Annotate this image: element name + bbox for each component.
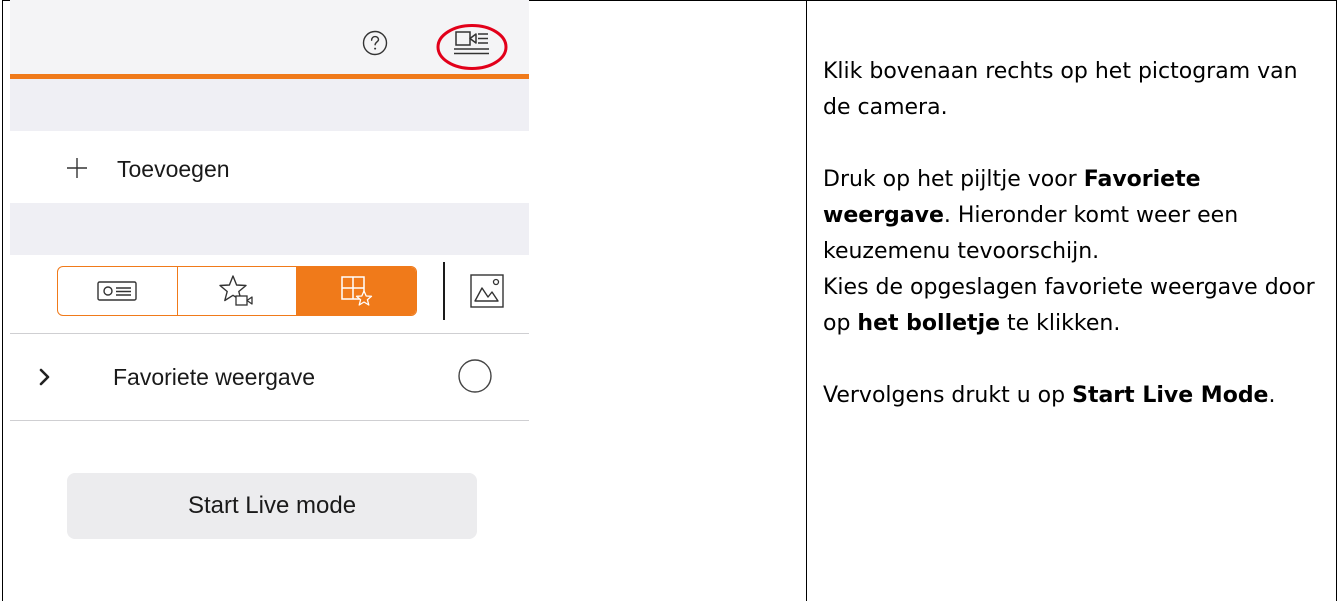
add-row[interactable]: Toevoegen <box>10 131 529 203</box>
row-separator <box>10 420 529 421</box>
frame-left-line <box>2 0 3 601</box>
section-spacer <box>10 203 529 255</box>
instruction-step-2: Druk op het pijltje voor Favoriete weerg… <box>823 162 1323 342</box>
plus-icon <box>67 158 87 178</box>
instruction-step-3: Vervolgens drukt u op Start Live Mode. <box>823 378 1323 414</box>
instruction-text: te klikken. <box>1000 311 1121 336</box>
image-icon[interactable] <box>469 273 505 309</box>
segment-device[interactable] <box>58 267 177 315</box>
segment-grid-favorites[interactable] <box>296 267 416 315</box>
device-icon <box>97 281 138 301</box>
app-screenshot: Toevoegen Favoriete weergave Start Live … <box>10 0 529 601</box>
view-segmented-control <box>57 266 417 316</box>
favorite-view-label: Favoriete weergave <box>113 364 315 390</box>
grid-star-icon <box>340 276 372 306</box>
star-camera-icon <box>219 275 253 306</box>
instruction-bold: het bolletje <box>857 311 1001 336</box>
help-icon[interactable] <box>362 30 388 56</box>
section-spacer <box>10 79 529 131</box>
frame-right-line <box>1336 0 1337 601</box>
instruction-text: Druk op het pijltje voor <box>823 167 1084 192</box>
favorite-view-row[interactable]: Favoriete weergave <box>10 334 529 420</box>
instruction-text: Vervolgens drukt u op <box>823 383 1073 408</box>
segment-favorites[interactable] <box>176 267 297 315</box>
radio-circle-icon[interactable] <box>457 358 493 394</box>
top-bar <box>10 0 529 74</box>
chevron-right-icon[interactable] <box>38 368 52 386</box>
add-label: Toevoegen <box>117 156 230 182</box>
instruction-step-1: Klik bovenaan rechts op het pictogram va… <box>823 54 1323 126</box>
instruction-step-1-text: Klik bovenaan rechts op het pictogram va… <box>823 59 1298 120</box>
vertical-divider <box>443 262 445 320</box>
frame-middle-line <box>806 0 807 601</box>
instructions-text: Klik bovenaan rechts op het pictogram va… <box>823 54 1323 450</box>
start-live-mode-button[interactable]: Start Live mode <box>67 473 477 539</box>
camera-list-icon[interactable] <box>436 22 508 70</box>
instruction-text: . <box>1268 383 1276 408</box>
instruction-bold: Start Live Mode <box>1072 383 1269 408</box>
